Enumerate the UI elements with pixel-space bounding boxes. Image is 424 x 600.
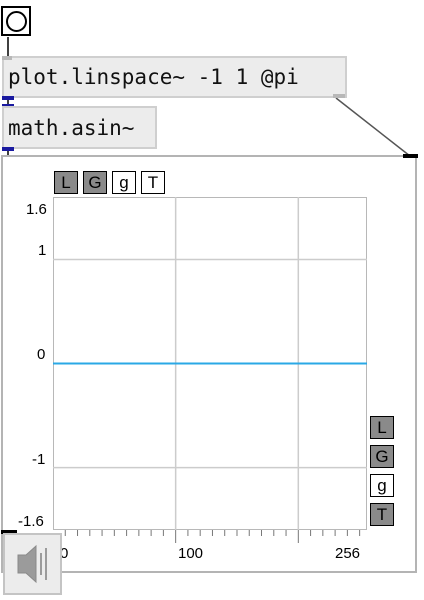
linspace-outlet-left[interactable] <box>2 96 14 100</box>
asin-outlet[interactable] <box>2 147 14 151</box>
top-grid-button[interactable]: G <box>83 171 107 194</box>
side-ticks-button[interactable]: T <box>370 503 394 526</box>
top-grid-label: G <box>88 173 102 192</box>
linspace-object-text: plot.linspace~ -1 1 @pi <box>8 65 299 89</box>
top-ticks-button[interactable]: T <box>141 171 165 194</box>
x-tick-label-256: 256 <box>335 545 361 562</box>
audio-output-toggle[interactable] <box>3 533 62 595</box>
asin-object-text: math.asin~ <box>8 115 135 140</box>
side-grid-button[interactable]: G <box>370 445 394 468</box>
top-log-label: L <box>61 173 71 192</box>
top-minor-grid-label: g <box>119 173 129 192</box>
x-tick-label-100: 100 <box>178 545 204 562</box>
side-minor-grid-label: g <box>377 476 387 495</box>
y-tick-label-bottom: -1.6 <box>18 513 44 530</box>
side-log-label: L <box>377 418 387 437</box>
y-tick-label-1: 1 <box>38 242 47 259</box>
top-minor-grid-button[interactable]: g <box>112 171 136 194</box>
y-tick-label-0: 0 <box>37 346 46 363</box>
cord-linspace-to-plot-right[interactable] <box>335 97 411 157</box>
linspace-outlet-right[interactable] <box>333 94 345 98</box>
top-log-button[interactable]: L <box>54 171 78 194</box>
y-tick-label-neg1: -1 <box>32 451 46 468</box>
y-tick-label-top: 1.6 <box>26 201 47 218</box>
plot-inlet-right[interactable] <box>403 154 418 158</box>
side-minor-grid-button[interactable]: g <box>370 474 394 497</box>
side-grid-label: G <box>375 447 389 466</box>
asin-object[interactable]: math.asin~ <box>2 106 157 149</box>
side-ticks-label: T <box>376 505 388 524</box>
linspace-inlet[interactable] <box>2 56 12 60</box>
top-ticks-label: T <box>147 173 159 192</box>
side-log-button[interactable]: L <box>370 416 394 439</box>
linspace-object[interactable]: plot.linspace~ -1 1 @pi <box>2 56 347 98</box>
plot-canvas <box>53 197 367 543</box>
speaker-icon <box>17 544 47 584</box>
